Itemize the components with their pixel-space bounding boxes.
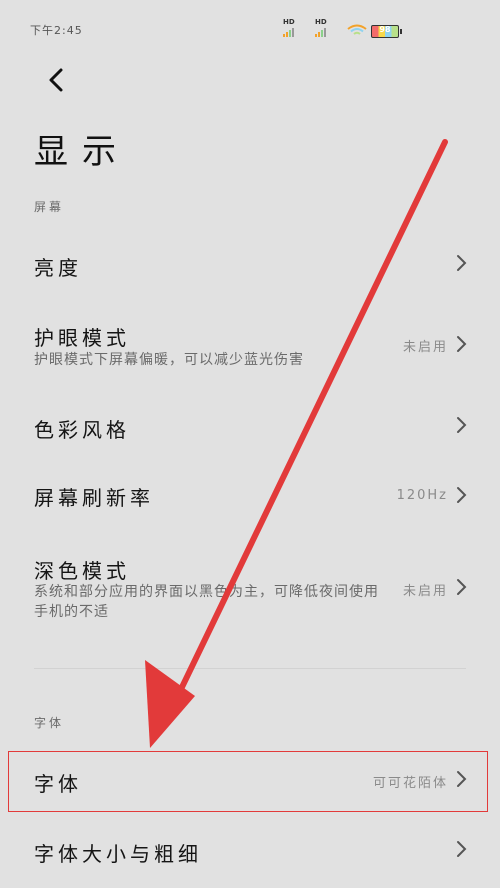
chevron-right-icon <box>457 255 467 271</box>
signal-sim1-icon: HD <box>283 18 307 40</box>
row-refresh-rate-value: 120Hz <box>396 488 448 503</box>
page-title: 显示 <box>34 132 130 172</box>
chevron-right-icon <box>457 841 467 857</box>
row-color-style[interactable]: 色彩风格 <box>0 394 500 456</box>
row-dark-mode-title: 深色模式 <box>34 559 130 583</box>
status-bar: 下午2:45 HD HD 98 <box>0 0 500 50</box>
status-icons: HD HD 98 <box>283 18 402 40</box>
row-brightness[interactable]: 亮度 <box>0 232 500 294</box>
section-divider <box>34 668 466 669</box>
sim2-hd-label: HD <box>315 18 327 26</box>
row-refresh-rate-title: 屏幕刷新率 <box>34 486 154 510</box>
chevron-right-icon <box>457 417 467 433</box>
row-dark-mode[interactable]: 深色模式 系统和部分应用的界面以黑色为主，可降低夜间使用手机的不适 未启用 <box>0 545 500 635</box>
row-eye-protection[interactable]: 护眼模式 护眼模式下屏幕偏暖，可以减少蓝光伤害 未启用 <box>0 310 500 390</box>
signal-sim2-icon: HD <box>315 18 339 40</box>
chevron-left-icon <box>49 68 63 92</box>
section-label-screen: 屏幕 <box>34 200 65 214</box>
chevron-right-icon <box>457 336 467 352</box>
row-brightness-title: 亮度 <box>34 256 82 280</box>
row-font-title: 字体 <box>34 772 82 796</box>
battery-level: 98 <box>379 25 391 34</box>
row-color-style-title: 色彩风格 <box>34 418 130 442</box>
sim1-hd-label: HD <box>283 18 295 26</box>
chevron-right-icon <box>457 487 467 503</box>
status-time: 下午2:45 <box>30 24 83 37</box>
row-dark-mode-value: 未启用 <box>402 584 448 599</box>
row-eye-protection-title: 护眼模式 <box>34 326 130 350</box>
row-font-value: 可可花陌体 <box>372 776 448 791</box>
row-eye-protection-value: 未启用 <box>402 340 448 355</box>
chevron-right-icon <box>457 771 467 787</box>
section-label-font: 字体 <box>34 716 65 730</box>
row-font-size-weight-title: 字体大小与粗细 <box>34 842 202 866</box>
back-button[interactable] <box>38 62 74 98</box>
wifi-icon <box>347 24 367 35</box>
row-refresh-rate[interactable]: 屏幕刷新率 120Hz <box>0 464 500 526</box>
row-eye-protection-subtitle: 护眼模式下屏幕偏暖，可以减少蓝光伤害 <box>34 352 304 368</box>
battery-icon: 98 <box>371 25 402 38</box>
chevron-right-icon <box>457 579 467 595</box>
row-font[interactable]: 字体 可可花陌体 <box>0 752 500 810</box>
row-font-size-weight[interactable]: 字体大小与粗细 <box>0 822 500 882</box>
row-dark-mode-subtitle: 系统和部分应用的界面以黑色为主，可降低夜间使用手机的不适 <box>34 584 379 620</box>
